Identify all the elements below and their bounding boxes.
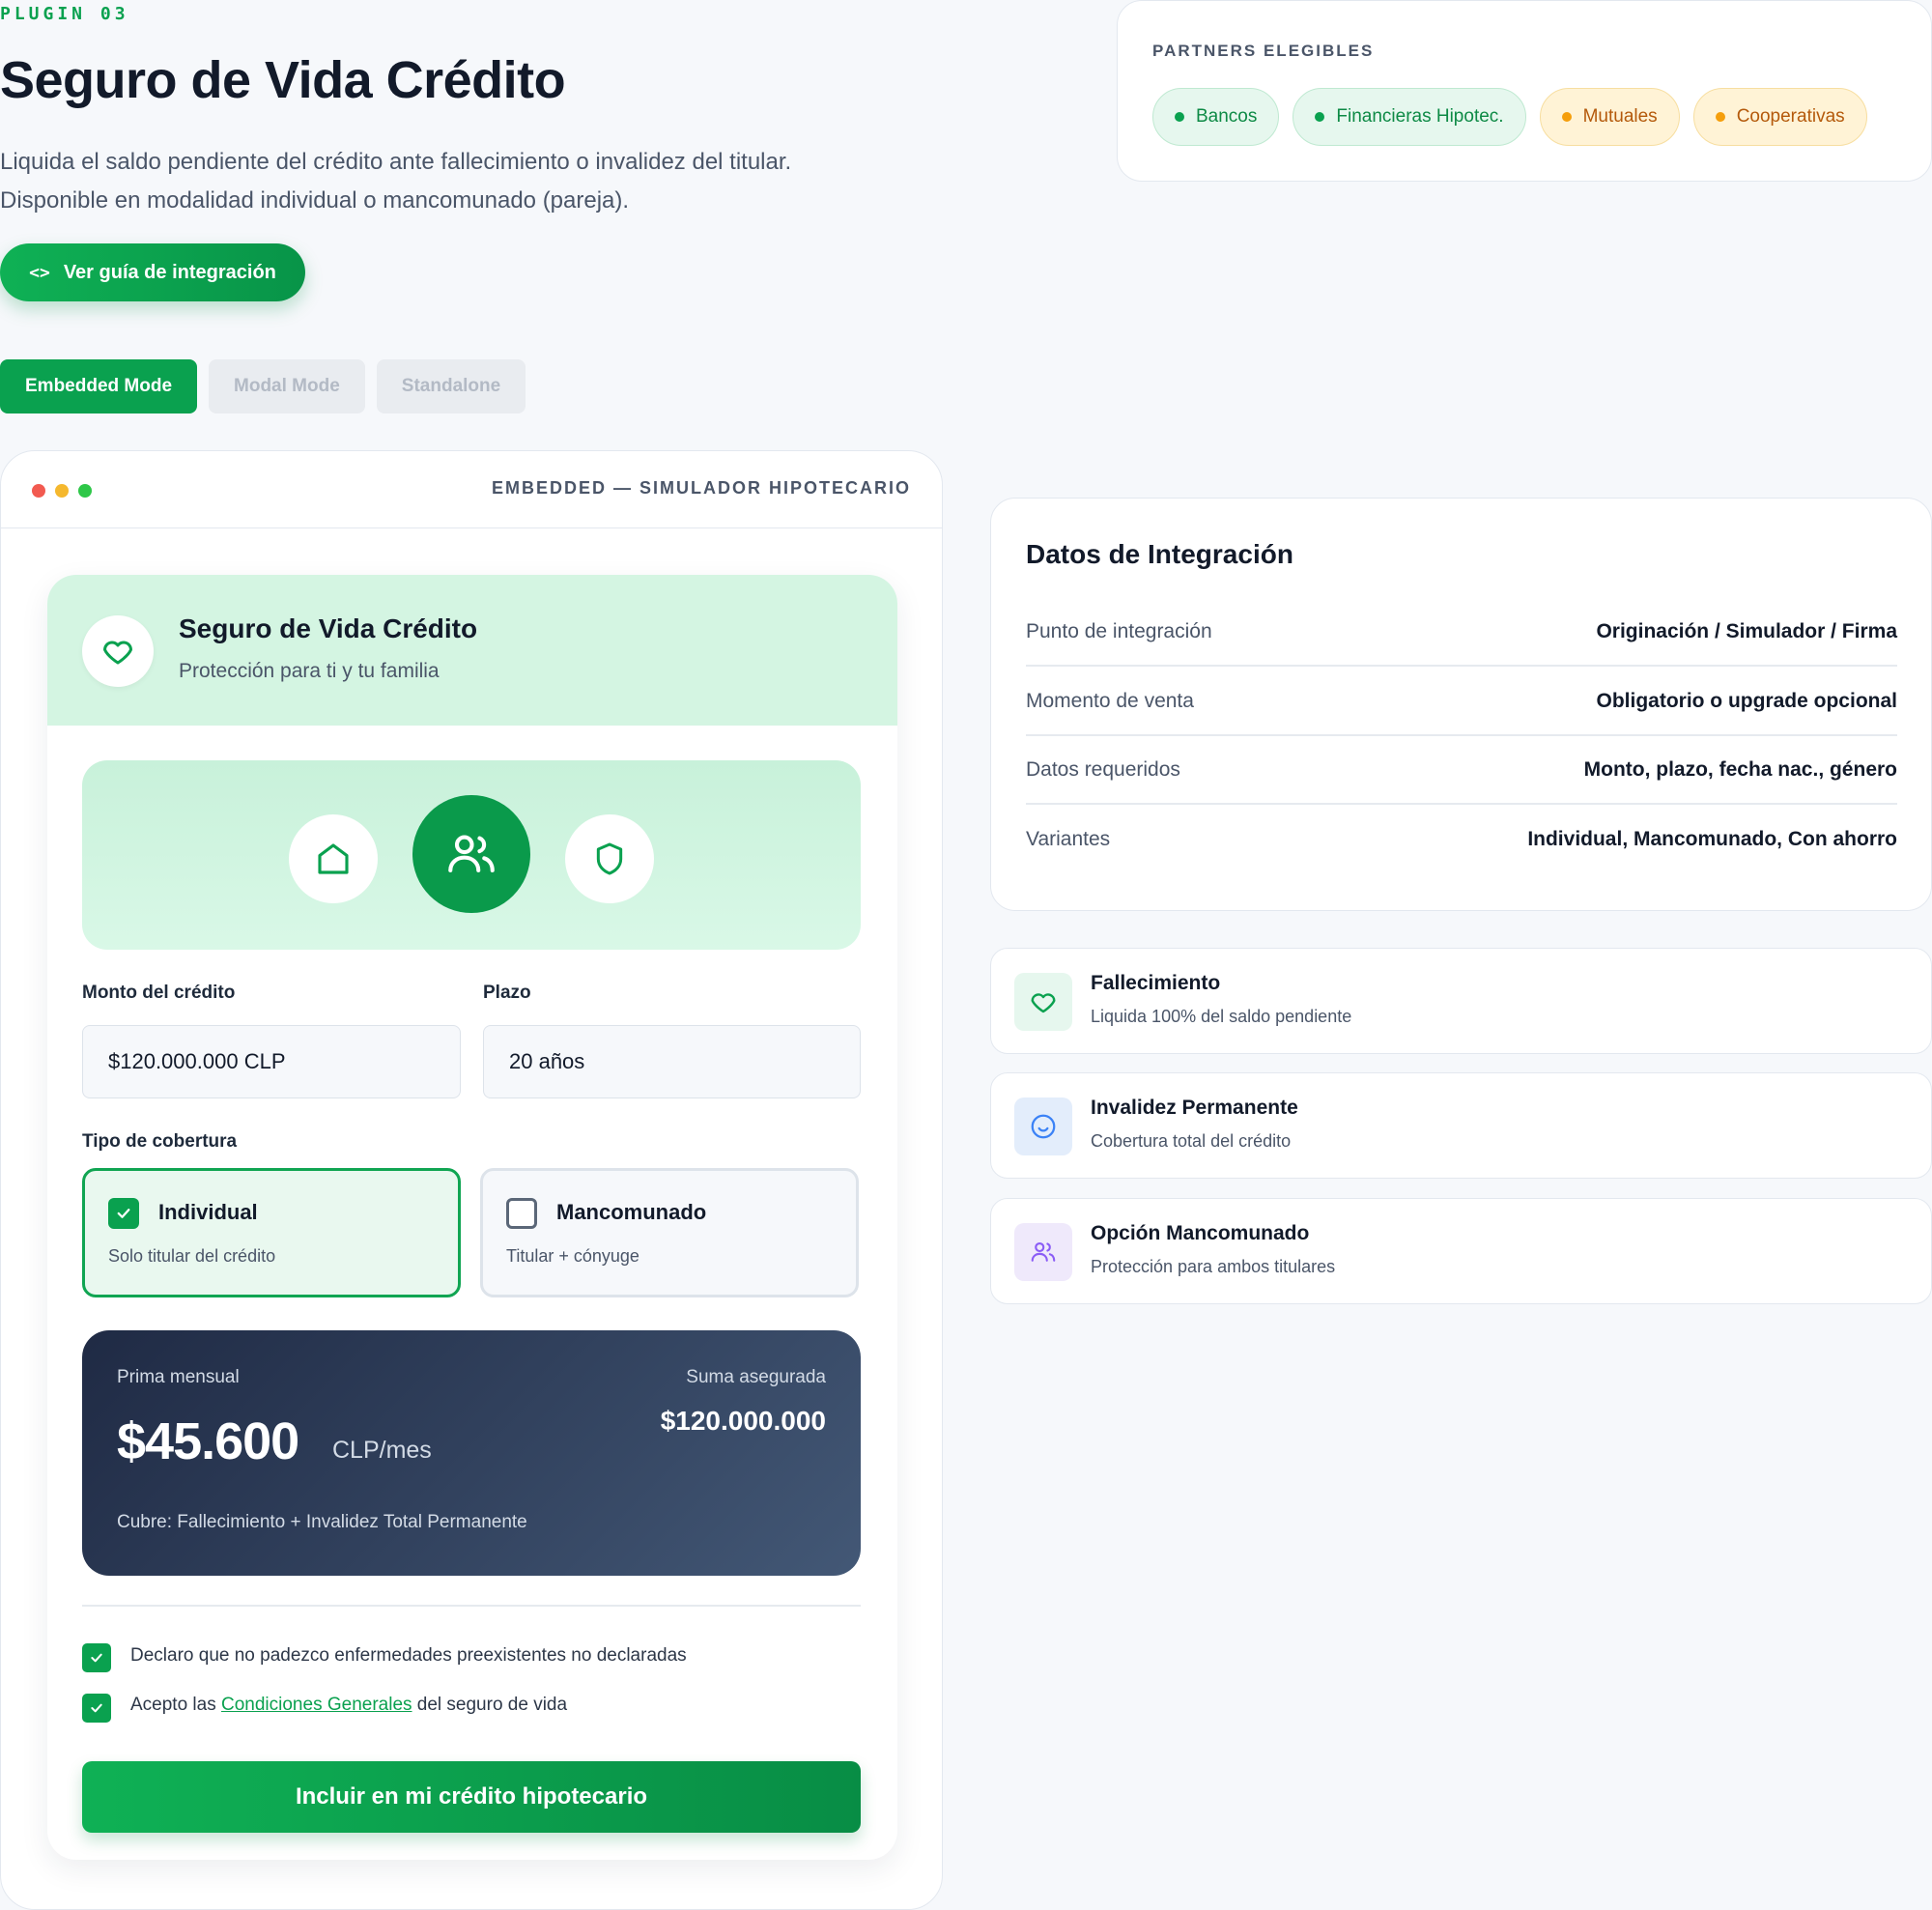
checkbox-checked xyxy=(108,1198,139,1229)
coverage-summary: Cubre: Fallecimiento + Invalidez Total P… xyxy=(117,1512,527,1532)
plugin-tag: PLUGIN 03 xyxy=(0,4,129,24)
feature-title: Opción Mancomunado xyxy=(1091,1222,1310,1244)
integration-row: Variantes Individual, Mancomunado, Con ah… xyxy=(1026,806,1897,873)
status-dot xyxy=(1315,112,1325,122)
integration-guide-label: Ver guía de integración xyxy=(63,261,276,283)
partner-chip-bancos[interactable]: Bancos xyxy=(1152,88,1280,146)
partner-chip-financieras[interactable]: Financieras Hipotec. xyxy=(1293,88,1526,146)
widget-subtitle: Protección para ti y tu familia xyxy=(179,660,440,682)
tab-standalone[interactable]: Standalone xyxy=(376,359,526,413)
term-label: Plazo xyxy=(483,983,531,1003)
option-title: Mancomunado xyxy=(556,1200,707,1224)
tab-modal-mode[interactable]: Modal Mode xyxy=(209,359,365,413)
window-maximize-dot xyxy=(78,484,92,498)
coverage-option-mancomunado[interactable]: Mancomunado Titular + cónyuge xyxy=(480,1168,859,1297)
feature-subtitle: Protección para ambos titulares xyxy=(1091,1257,1336,1276)
option-subtitle: Solo titular del crédito xyxy=(108,1246,276,1266)
description-line: Disponible en modalidad individual o man… xyxy=(0,187,630,214)
integration-row: Momento de venta Obligatorio o upgrade op… xyxy=(1026,669,1897,736)
row-key: Variantes xyxy=(1026,828,1111,850)
row-key: Datos requeridos xyxy=(1026,758,1180,781)
partners-label: PARTNERS ELEGIBLES xyxy=(1152,42,1375,60)
coverage-option-individual[interactable]: Individual Solo titular del crédito xyxy=(82,1168,461,1297)
embedded-preview-window: EMBEDDED — SIMULADOR HIPOTECARIO Seguro … xyxy=(0,450,943,1910)
include-in-mortgage-button[interactable]: Incluir en mi crédito hipotecario xyxy=(82,1761,861,1833)
insurance-widget: Seguro de Vida Crédito Protección para t… xyxy=(47,575,897,1860)
chip-label: Financieras Hipotec. xyxy=(1336,106,1504,127)
feature-subtitle: Liquida 100% del saldo pendiente xyxy=(1091,1007,1352,1026)
integration-guide-button[interactable]: <> Ver guía de integración xyxy=(0,243,305,301)
insured-value: $120.000.000 xyxy=(660,1406,826,1436)
amount-label: Monto del crédito xyxy=(82,983,236,1003)
declaration-text: Declaro que no padezco enfermedades pree… xyxy=(130,1645,687,1666)
hero-illustration xyxy=(82,760,861,950)
partner-chip-mutuales[interactable]: Mutuales xyxy=(1539,88,1680,146)
feature-title: Fallecimiento xyxy=(1091,972,1221,994)
code-icon: <> xyxy=(29,262,50,283)
terms-text: Acepto las Condiciones Generales del seg… xyxy=(130,1695,567,1716)
feature-subtitle: Cobertura total del crédito xyxy=(1091,1131,1292,1151)
integration-row: Punto de integración Originación / Simula… xyxy=(1026,599,1897,667)
partner-chip-cooperativas[interactable]: Cooperativas xyxy=(1692,88,1867,146)
window-minimize-dot xyxy=(55,484,69,498)
window-title: EMBEDDED — SIMULADOR HIPOTECARIO xyxy=(491,478,911,498)
row-value: Obligatorio o upgrade opcional xyxy=(1596,690,1897,712)
users-icon xyxy=(1014,1223,1072,1281)
checkbox-unchecked xyxy=(506,1198,537,1229)
terms-prefix: Acepto las xyxy=(130,1695,221,1715)
heart-icon xyxy=(1014,973,1072,1031)
window-titlebar: EMBEDDED — SIMULADOR HIPOTECARIO xyxy=(1,451,942,528)
row-value: Individual, Mancomunado, Con ahorro xyxy=(1527,828,1897,850)
divider xyxy=(82,1605,861,1607)
row-key: Momento de venta xyxy=(1026,690,1194,712)
premium-unit: CLP/mes xyxy=(332,1437,432,1464)
integration-data-card: Datos de Integración Punto de integració… xyxy=(990,498,1932,911)
widget-title: Seguro de Vida Crédito xyxy=(179,613,478,643)
amount-input[interactable]: $120.000.000 CLP xyxy=(82,1025,461,1098)
term-input[interactable]: 20 años xyxy=(483,1025,861,1098)
feature-card-mancomunado: Opción Mancomunado Protección para ambos… xyxy=(990,1198,1932,1304)
window-close-dot xyxy=(32,484,45,498)
row-value: Monto, plazo, fecha nac., género xyxy=(1583,758,1897,781)
terms-checkbox[interactable] xyxy=(82,1694,111,1723)
status-dot xyxy=(1561,112,1572,122)
option-subtitle: Titular + cónyuge xyxy=(506,1246,639,1266)
partner-chips: Bancos Financieras Hipotec. Mutuales Coo… xyxy=(1152,88,1867,146)
coverage-label: Tipo de cobertura xyxy=(82,1131,238,1152)
insured-label: Suma asegurada xyxy=(686,1367,826,1387)
chip-label: Mutuales xyxy=(1582,106,1658,127)
page-title: Seguro de Vida Crédito xyxy=(0,51,566,109)
home-icon xyxy=(289,814,378,903)
row-key: Punto de integración xyxy=(1026,620,1212,642)
heart-icon xyxy=(82,615,154,687)
feature-card-fallecimiento: Fallecimiento Liquida 100% del saldo pen… xyxy=(990,948,1932,1054)
widget-header: Seguro de Vida Crédito Protección para t… xyxy=(47,575,897,726)
status-dot xyxy=(1715,112,1725,122)
shield-icon xyxy=(565,814,654,903)
feature-card-invalidez: Invalidez Permanente Cobertura total del… xyxy=(990,1072,1932,1179)
integration-row: Datos requeridos Monto, plazo, fecha nac.… xyxy=(1026,737,1897,805)
option-title: Individual xyxy=(158,1200,258,1224)
partners-card: PARTNERS ELEGIBLES Bancos Financieras Hi… xyxy=(1117,0,1932,182)
row-value: Originación / Simulador / Firma xyxy=(1596,620,1897,642)
description-line: Liquida el saldo pendiente del crédito a… xyxy=(0,149,792,175)
feature-title: Invalidez Permanente xyxy=(1091,1097,1298,1119)
premium-label: Prima mensual xyxy=(117,1367,240,1387)
integration-title: Datos de Integración xyxy=(1026,539,1293,569)
premium-value: $45.600 xyxy=(117,1412,299,1470)
chip-label: Cooperativas xyxy=(1736,106,1845,127)
mode-tabs: Embedded Mode Modal Mode Standalone xyxy=(0,359,526,413)
price-summary-card: Prima mensual $45.600 CLP/mes Suma asegu… xyxy=(82,1330,861,1576)
smile-icon xyxy=(1014,1098,1072,1155)
tab-embedded-mode[interactable]: Embedded Mode xyxy=(0,359,198,413)
chip-label: Bancos xyxy=(1196,106,1258,127)
status-dot xyxy=(1175,112,1184,122)
users-icon xyxy=(412,795,530,913)
terms-suffix: del seguro de vida xyxy=(412,1695,568,1715)
conditions-link[interactable]: Condiciones Generales xyxy=(221,1695,412,1715)
page-description: Liquida el saldo pendiente del crédito a… xyxy=(0,143,869,220)
declaration-checkbox[interactable] xyxy=(82,1643,111,1672)
